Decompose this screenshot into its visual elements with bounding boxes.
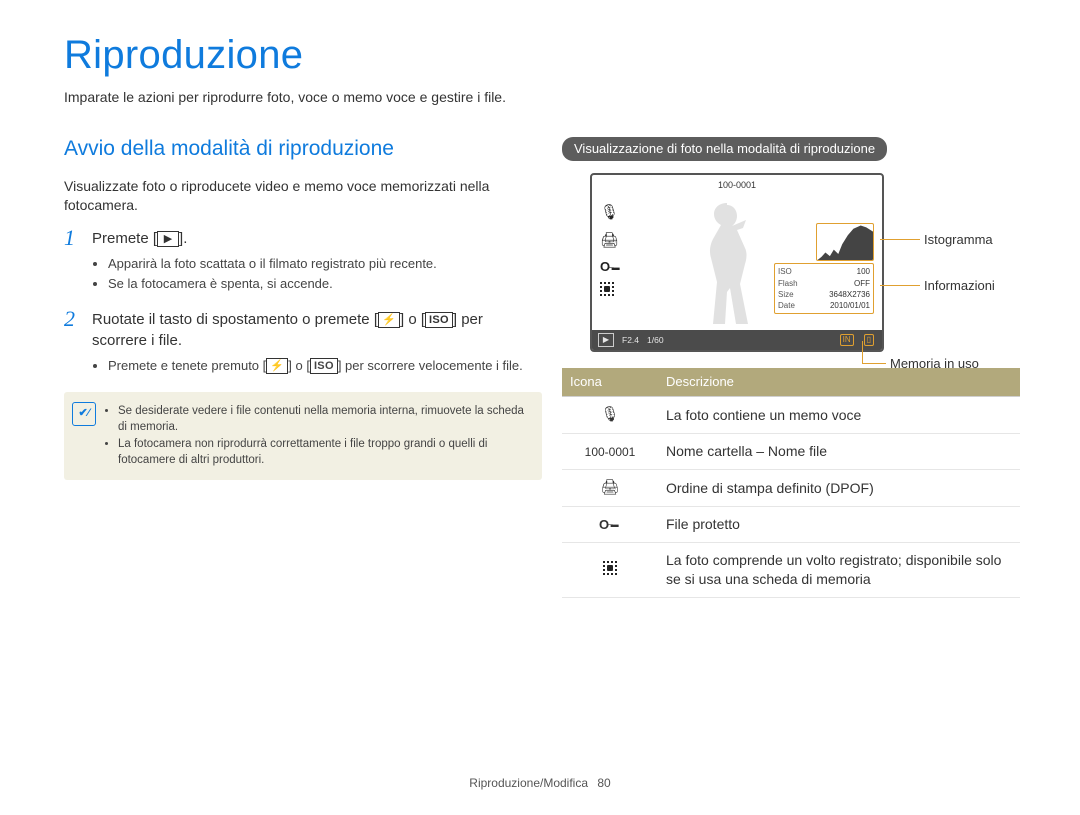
note-1: Se desiderate vedere i file contenuti ne…: [118, 404, 530, 435]
face-icon: [603, 561, 617, 575]
columns: Avvio della modalità di riproduzione Vis…: [64, 131, 1020, 598]
step-1-bullets: Apparirà la foto scattata o il filmato r…: [108, 255, 542, 292]
key-icon: [599, 515, 621, 534]
table-row: 100-0001 Nome cartella – Nome file: [562, 434, 1020, 470]
footer-section: Riproduzione/Modifica: [469, 776, 588, 790]
info-box: ISO 100 Flash OFF Size 3648X2736 Date 2010/0…: [774, 263, 874, 314]
callout-memory: Memoria in uso: [890, 355, 979, 373]
step-2-b1-c: ] per scorrere velocemente i file.: [338, 358, 523, 373]
table-row: File protetto: [562, 507, 1020, 543]
memory-indicator-1: IN: [840, 334, 854, 346]
memory-indicator-2: ▯: [864, 334, 874, 346]
step-2-text-a: Ruotate il tasto di spostamento o premet…: [92, 311, 378, 328]
section-lead: Visualizzate foto o riproducete video e …: [64, 177, 542, 215]
info-size-value: 3648X2736: [829, 289, 870, 300]
table-header-icon: Icona: [562, 368, 658, 396]
row-icon-mic: [562, 396, 658, 433]
mic-icon: [600, 406, 619, 422]
print-icon: [600, 479, 619, 495]
table-row: La foto contiene un memo voce: [562, 396, 1020, 433]
row-icon-key: [562, 507, 658, 543]
callout-histogram: Istogramma: [924, 231, 993, 249]
photo-silhouette: [687, 200, 767, 330]
note-icon: ✔⁄: [72, 402, 96, 426]
intro-paragraph: Imparate le azioni per riprodurre foto, …: [64, 88, 1020, 107]
row-desc: La foto comprende un volto registrato; d…: [658, 543, 1020, 598]
leader-memory-h: [862, 363, 886, 364]
row-desc: File protetto: [658, 507, 1020, 543]
iso-icon: ISO: [425, 312, 453, 328]
subsection-bar: Visualizzazione di foto nella modalità d…: [562, 137, 887, 162]
status-icon-stack: [600, 203, 622, 296]
iso-icon-2: ISO: [310, 358, 338, 374]
note-box: ✔⁄ Se desiderate vedere i file contenuti…: [64, 392, 542, 480]
mic-icon: [600, 203, 622, 223]
table-row: La foto comprende un volto registrato; d…: [562, 543, 1020, 598]
info-date-value: 2010/01/01: [830, 300, 870, 311]
step-2-bullets: Premete e tenete premuto [⚡] o [ISO] per…: [108, 357, 542, 375]
face-icon: [600, 282, 614, 296]
table-row: Ordine di stampa definito (DPOF): [562, 470, 1020, 507]
step-1-number: 1: [64, 227, 86, 249]
footer: Riproduzione/Modifica 80: [0, 775, 1080, 791]
camera-screen: 100-0001 ISO 100: [590, 173, 884, 352]
flash-icon-2: ⚡: [266, 358, 288, 374]
info-flash-value: OFF: [854, 278, 870, 289]
screen-bottom-bar: ▶ F2.4 1/60 IN ▯: [592, 330, 882, 350]
histogram-box: [816, 223, 874, 261]
aperture-value: F2.4: [622, 335, 639, 346]
step-2-number: 2: [64, 308, 86, 330]
key-icon: [600, 258, 622, 276]
step-1-text: Premete [▶].: [92, 229, 542, 249]
step-1-text-b: ].: [179, 230, 187, 247]
info-date-label: Date: [778, 300, 795, 311]
row-icon-print: [562, 470, 658, 507]
play-icon: ▶: [157, 231, 179, 247]
play-mode-icon: ▶: [598, 333, 614, 347]
info-size-label: Size: [778, 289, 794, 300]
step-2-text-b: ] o [: [400, 311, 425, 328]
print-icon: [600, 231, 622, 251]
left-column: Avvio della modalità di riproduzione Vis…: [64, 131, 542, 598]
leader-memory-v: [862, 341, 863, 363]
info-flash-label: Flash: [778, 278, 798, 289]
right-column: Visualizzazione di foto nella modalità d…: [562, 131, 1020, 598]
row-desc: La foto contiene un memo voce: [658, 396, 1020, 433]
leader-histogram: [880, 239, 920, 240]
row-desc: Ordine di stampa definito (DPOF): [658, 470, 1020, 507]
folder-label: 100-0001: [718, 179, 756, 191]
step-2-bullet-1: Premete e tenete premuto [⚡] o [ISO] per…: [108, 357, 542, 375]
step-1-bullet-1: Apparirà la foto scattata o il filmato r…: [108, 255, 542, 273]
row-desc: Nome cartella – Nome file: [658, 434, 1020, 470]
info-iso-label: ISO: [778, 266, 792, 277]
step-2-text: Ruotate il tasto di spostamento o premet…: [92, 310, 542, 351]
shutter-value: 1/60: [647, 335, 664, 346]
note-list: Se desiderate vedere i file contenuti ne…: [118, 402, 530, 470]
icon-description-table: Icona Descrizione La foto contiene un me…: [562, 368, 1020, 598]
page-title: Riproduzione: [64, 28, 1020, 82]
step-1: 1 Premete [▶]. Apparirà la foto scattata…: [64, 229, 542, 296]
leader-info: [880, 285, 920, 286]
info-iso-value: 100: [857, 266, 870, 277]
step-1-bullet-2: Se la fotocamera è spenta, si accende.: [108, 275, 542, 293]
display-area: 100-0001 ISO 100: [562, 173, 1002, 352]
page-number: 80: [597, 776, 610, 790]
row-icon-face: [562, 543, 658, 598]
flash-icon: ⚡: [378, 312, 400, 328]
step-2-b1-b: ] o [: [288, 358, 310, 373]
page: Riproduzione Imparate le azioni per ripr…: [0, 0, 1080, 815]
note-2: La fotocamera non riprodurrà correttamen…: [118, 437, 530, 468]
step-2: 2 Ruotate il tasto di spostamento o prem…: [64, 310, 542, 378]
section-heading: Avvio della modalità di riproduzione: [64, 135, 542, 163]
callout-info: Informazioni: [924, 277, 995, 295]
step-1-text-a: Premete [: [92, 230, 157, 247]
step-2-b1-a: Premete e tenete premuto [: [108, 358, 266, 373]
row-icon-folder: 100-0001: [562, 434, 658, 470]
